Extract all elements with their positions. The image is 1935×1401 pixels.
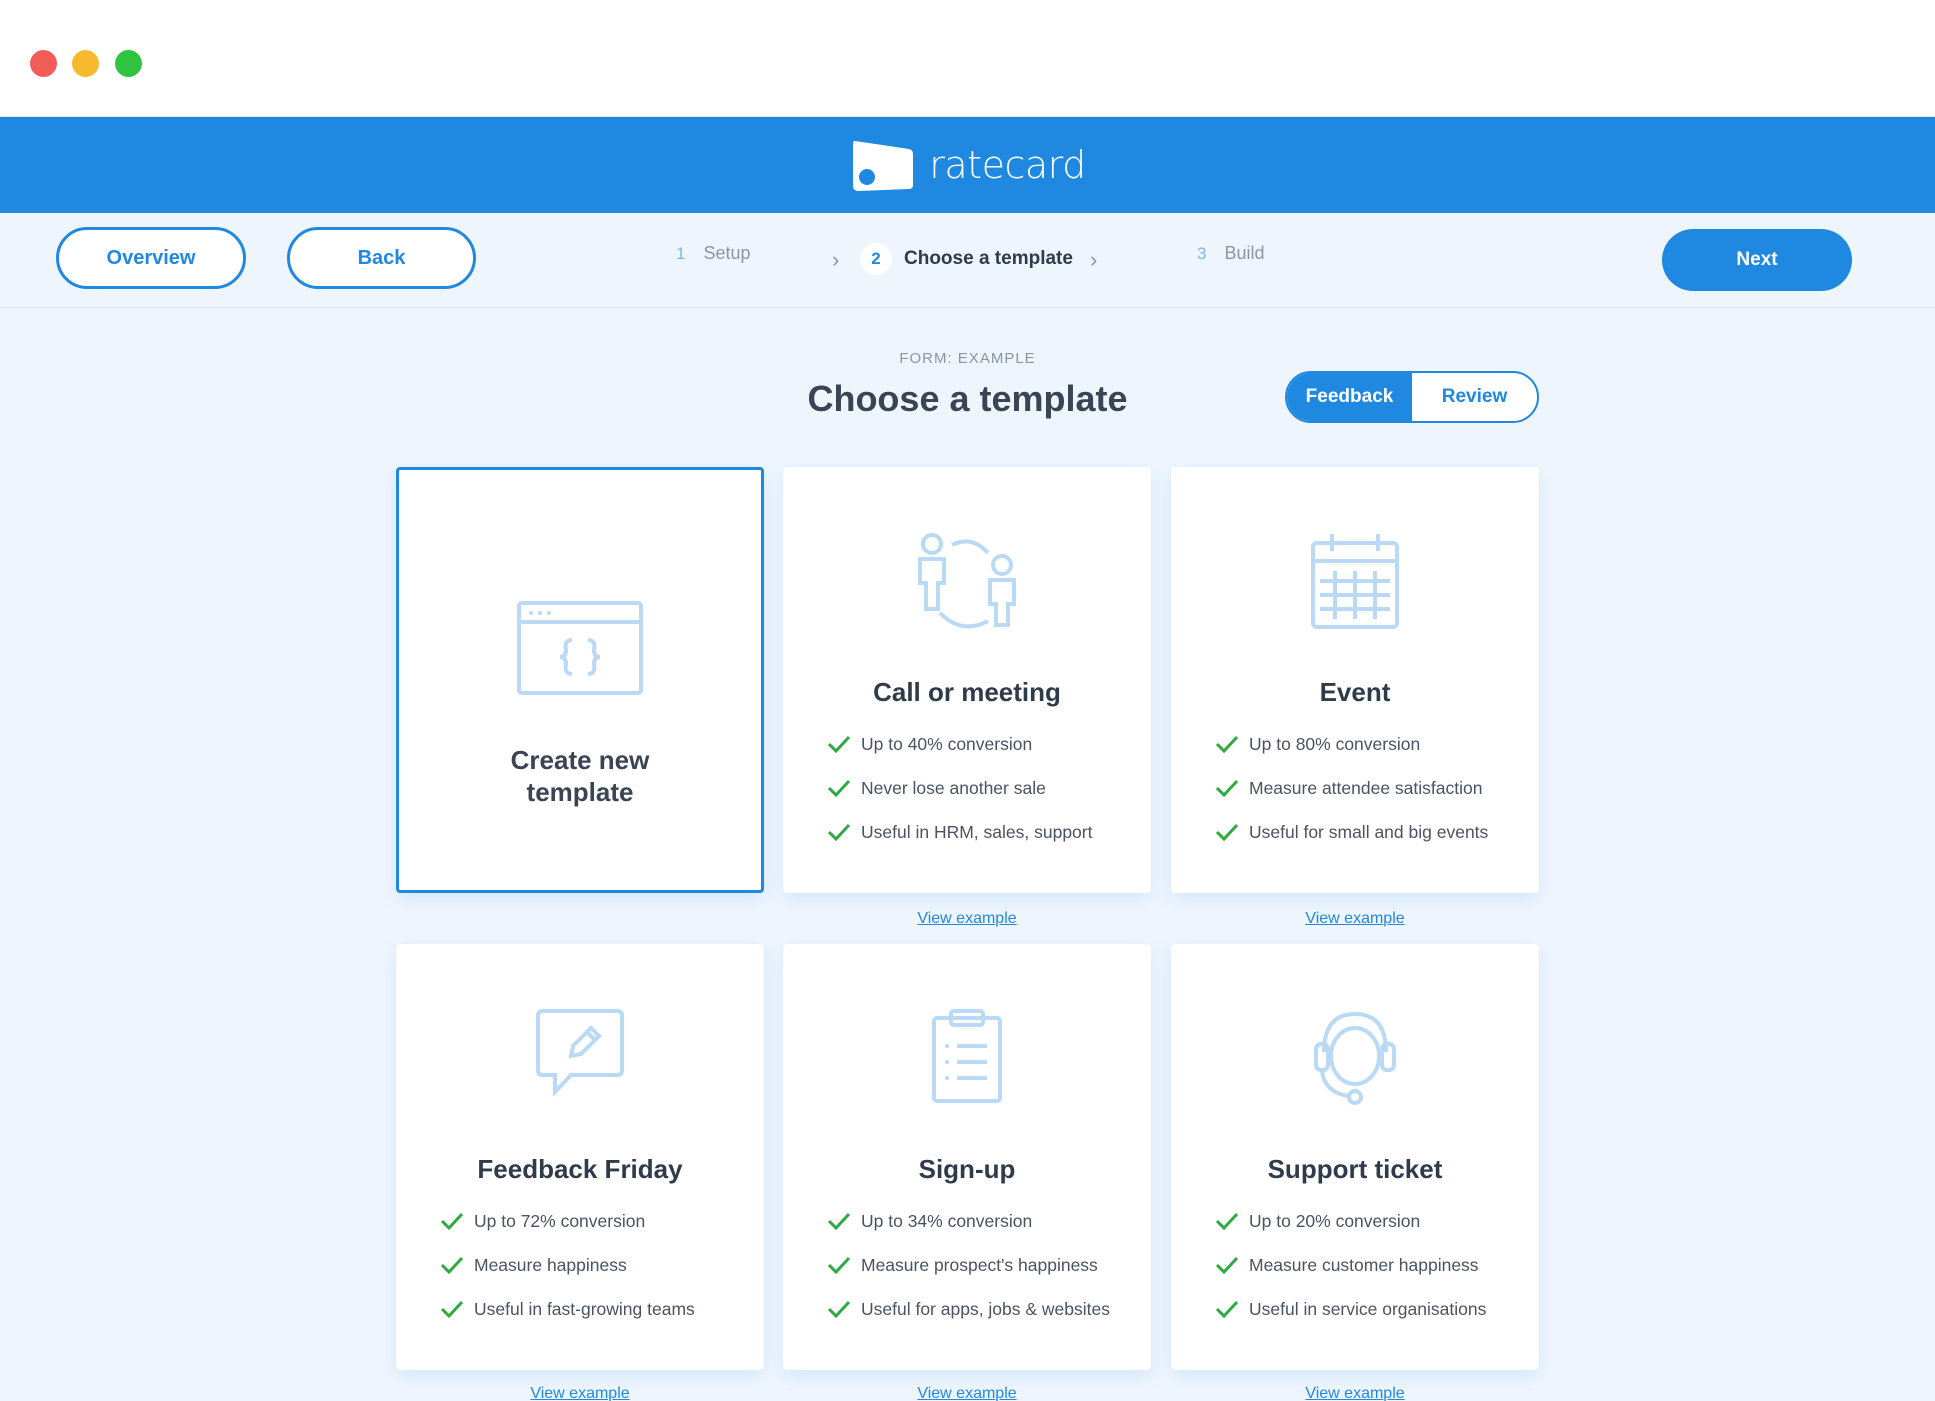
feature-item: Never lose another sale	[827, 766, 1092, 810]
chevron-right-icon: ›	[1090, 247, 1098, 272]
check-icon	[440, 1212, 464, 1230]
view-example-link[interactable]: View example	[783, 1385, 1151, 1401]
create-template-card[interactable]: Create new template	[396, 467, 764, 893]
template-card-sign-up[interactable]: Sign-up Up to 34% conversion Measure pro…	[783, 944, 1151, 1370]
check-icon	[827, 779, 851, 797]
feature-item: Useful in service organisations	[1215, 1287, 1486, 1331]
next-button[interactable]: Next	[1662, 229, 1852, 291]
feature-item: Measure customer happiness	[1215, 1243, 1486, 1287]
template-card-support-ticket[interactable]: Support ticket Up to 20% conversion Meas…	[1171, 944, 1539, 1370]
check-icon	[827, 823, 851, 841]
maximize-window-button[interactable]	[115, 50, 142, 77]
feature-item: Useful in fast-growing teams	[440, 1287, 695, 1331]
clipboard-icon	[783, 1008, 1151, 1104]
create-template-line2: template	[526, 777, 634, 807]
check-icon	[827, 735, 851, 753]
brand-header: ratecard	[0, 117, 1935, 213]
feature-item: Up to 72% conversion	[440, 1199, 695, 1243]
close-window-button[interactable]	[30, 50, 57, 77]
feature-item: Measure happiness	[440, 1243, 695, 1287]
feature-item: Measure prospect's happiness	[827, 1243, 1110, 1287]
template-title: Call or meeting	[873, 677, 1061, 707]
logo[interactable]: ratecard	[849, 137, 1086, 193]
step-number: 2	[860, 243, 892, 275]
create-template-line1: Create new	[510, 745, 650, 775]
check-icon	[1215, 1256, 1239, 1274]
check-icon	[1215, 735, 1239, 753]
feature-item: Useful for small and big events	[1215, 810, 1488, 854]
form-eyebrow: FORM: EXAMPLE	[899, 350, 1036, 367]
feature-item: Useful for apps, jobs & websites	[827, 1287, 1110, 1331]
template-card-event[interactable]: Event Up to 80% conversion Measure atten…	[1171, 467, 1539, 893]
feature-list: Up to 80% conversion Measure attendee sa…	[1215, 722, 1488, 854]
check-icon	[1215, 1212, 1239, 1230]
feature-list: Up to 34% conversion Measure prospect's …	[827, 1199, 1110, 1331]
brand-name: ratecard	[929, 143, 1086, 187]
calendar-icon	[1171, 531, 1539, 631]
view-example-link[interactable]: View example	[1171, 910, 1539, 928]
template-title: Sign-up	[918, 1154, 1016, 1184]
step-setup[interactable]: 1 Setup	[676, 243, 751, 264]
check-icon	[827, 1256, 851, 1274]
code-window-icon	[399, 600, 761, 696]
minimize-window-button[interactable]	[72, 50, 99, 77]
back-button[interactable]: Back	[287, 227, 476, 289]
check-icon	[1215, 779, 1239, 797]
feature-item: Up to 34% conversion	[827, 1199, 1110, 1243]
wizard-toolbar: Overview Back 1 Setup › 2 Choose a templ…	[0, 213, 1935, 308]
step-number: 1	[676, 243, 686, 263]
feature-list: Up to 72% conversion Measure happiness U…	[440, 1199, 695, 1331]
template-card-feedback-friday[interactable]: Feedback Friday Up to 72% conversion Mea…	[396, 944, 764, 1370]
check-icon	[827, 1300, 851, 1318]
view-example-link[interactable]: View example	[396, 1385, 764, 1401]
feature-item: Up to 40% conversion	[827, 722, 1092, 766]
feature-item: Up to 20% conversion	[1215, 1199, 1486, 1243]
feature-list: Up to 40% conversion Never lose another …	[827, 722, 1092, 854]
toggle-feedback[interactable]: Feedback	[1287, 373, 1412, 421]
step-label: Build	[1224, 243, 1265, 263]
step-choose-template[interactable]: 2 Choose a template	[860, 243, 1073, 275]
window-titlebar	[0, 0, 1935, 117]
template-title: Event	[1319, 677, 1391, 707]
chevron-right-icon: ›	[832, 247, 840, 272]
ratecard-logo-icon	[853, 140, 914, 191]
check-icon	[440, 1300, 464, 1318]
headset-icon	[1171, 1008, 1539, 1108]
template-title: Feedback Friday	[477, 1154, 683, 1184]
view-example-link[interactable]: View example	[783, 910, 1151, 928]
view-example-link[interactable]: View example	[1171, 1385, 1539, 1401]
step-build[interactable]: 3 Build	[1197, 243, 1265, 264]
feature-list: Up to 20% conversion Measure customer ha…	[1215, 1199, 1486, 1331]
check-icon	[827, 1212, 851, 1230]
check-icon	[1215, 823, 1239, 841]
people-exchange-icon	[783, 531, 1151, 631]
overview-button[interactable]: Overview	[56, 227, 246, 289]
toggle-review[interactable]: Review	[1412, 373, 1537, 421]
template-type-toggle: Feedback Review	[1285, 371, 1539, 423]
page-title: Choose a template	[807, 378, 1128, 419]
feature-item: Useful in HRM, sales, support	[827, 810, 1092, 854]
template-title: Support ticket	[1267, 1154, 1443, 1184]
feature-item: Measure attendee satisfaction	[1215, 766, 1488, 810]
chat-edit-icon	[396, 1008, 764, 1098]
check-icon	[1215, 1300, 1239, 1318]
create-template-title: Create new template	[399, 744, 761, 808]
check-icon	[440, 1256, 464, 1274]
feature-item: Up to 80% conversion	[1215, 722, 1488, 766]
step-label: Setup	[703, 243, 751, 263]
step-number: 3	[1197, 243, 1207, 263]
template-card-call-or-meeting[interactable]: Call or meeting Up to 40% conversion Nev…	[783, 467, 1151, 893]
step-label: Choose a template	[904, 248, 1073, 269]
